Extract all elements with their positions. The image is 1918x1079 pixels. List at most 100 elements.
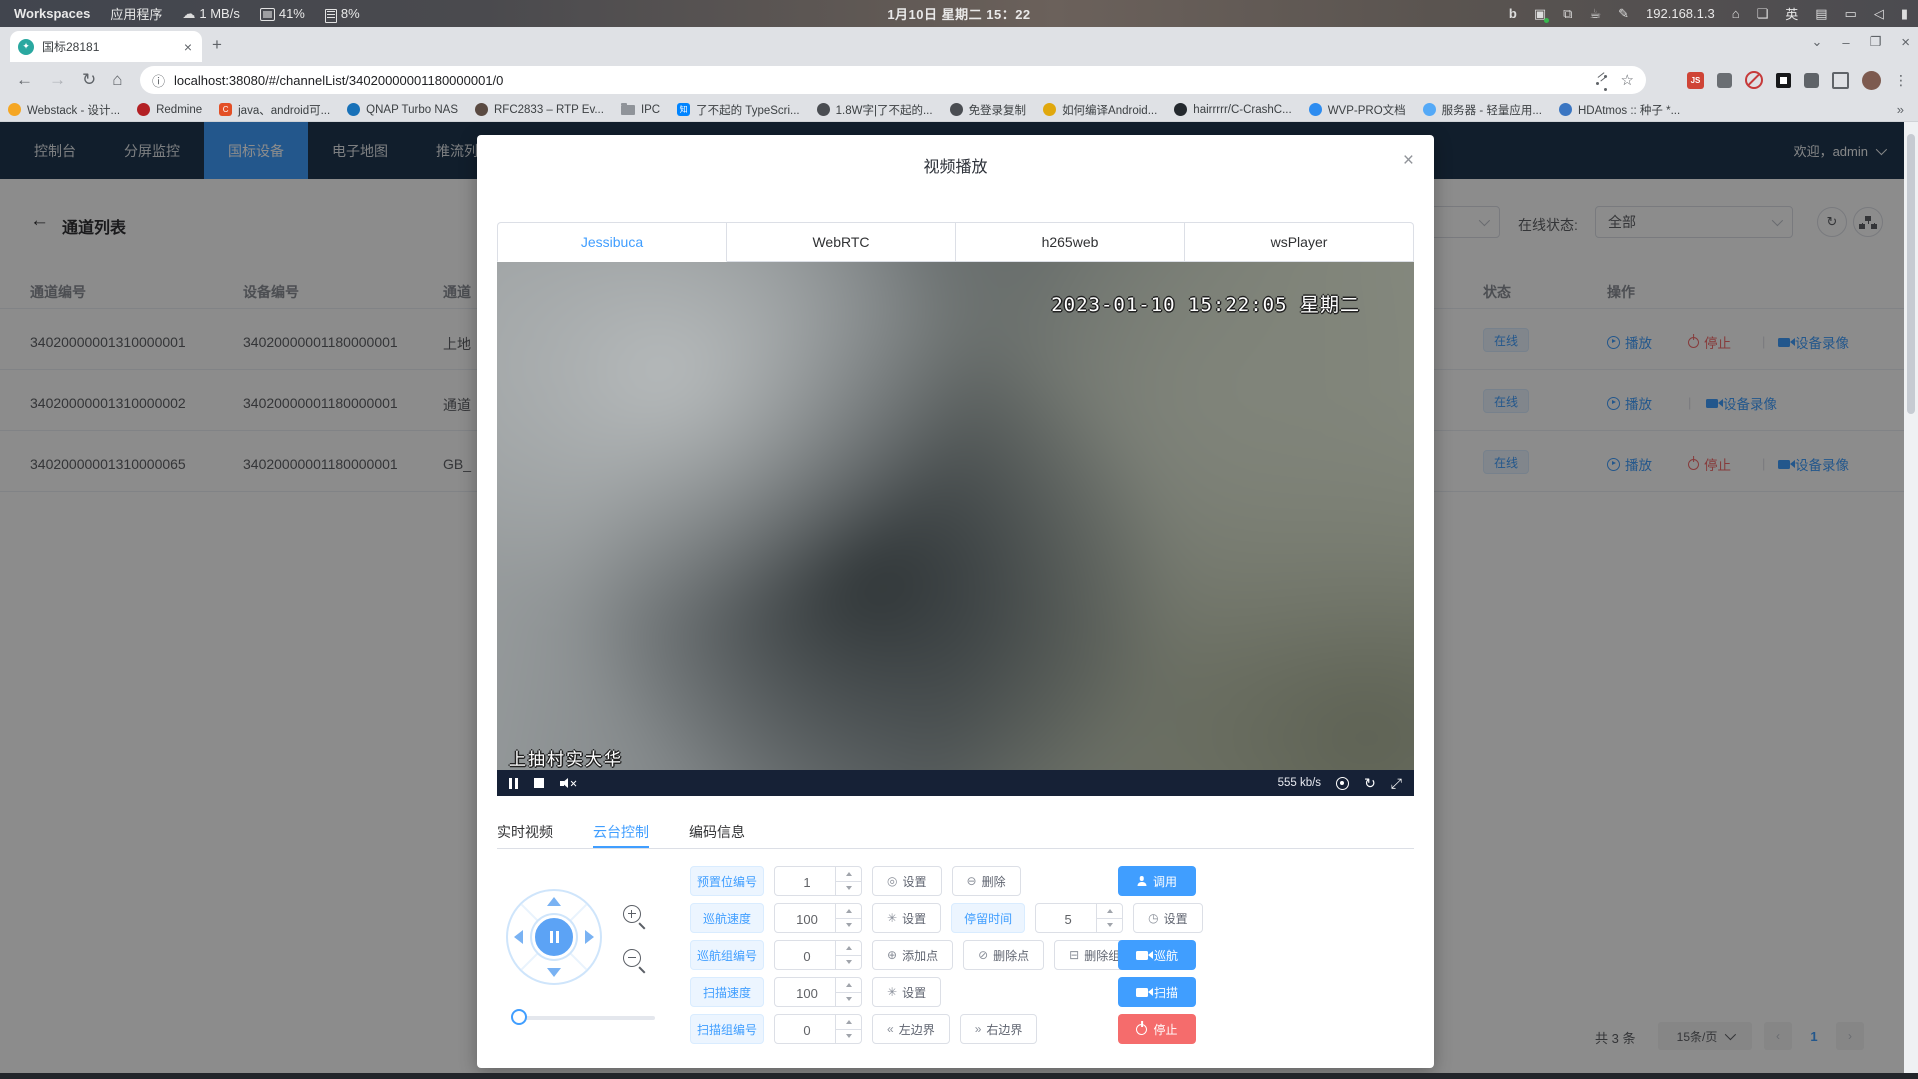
- scan-right-bound-button[interactable]: »右边界: [960, 1014, 1038, 1044]
- scan-group-input[interactable]: [775, 1015, 839, 1045]
- step-down-icon[interactable]: [836, 1030, 861, 1044]
- fullscreen-icon[interactable]: ⤢: [1391, 775, 1402, 792]
- preset-delete-button[interactable]: ⊖删除: [952, 866, 1021, 896]
- applications-menu[interactable]: 应用程序: [110, 4, 162, 23]
- cruise-speed-input[interactable]: [775, 904, 839, 934]
- bookmark-star-icon[interactable]: ☆: [1621, 71, 1634, 89]
- tab-jessibuca[interactable]: Jessibuca: [497, 222, 727, 262]
- step-up-icon[interactable]: [836, 941, 861, 956]
- ptz-right-icon[interactable]: [585, 930, 594, 944]
- reload-icon[interactable]: ↻: [82, 70, 96, 90]
- adblock-extension-icon[interactable]: [1745, 71, 1763, 89]
- tab-close-icon[interactable]: ×: [182, 39, 194, 55]
- scan-start-button[interactable]: 扫描: [1118, 977, 1196, 1007]
- scan-speed-stepper[interactable]: [774, 977, 862, 1007]
- clock[interactable]: 1月10日 星期二 15：22: [887, 4, 1030, 23]
- bookmark-copy-free[interactable]: 免登录复制: [950, 102, 1027, 118]
- phone-link-tray-icon[interactable]: ▤: [1815, 6, 1827, 22]
- browser-menu-icon[interactable]: ⋮: [1894, 72, 1908, 89]
- battery-tray-icon[interactable]: ▮: [1901, 6, 1908, 22]
- extension-icon[interactable]: [1717, 73, 1732, 88]
- stop-icon[interactable]: [534, 778, 544, 788]
- extensions-puzzle-icon[interactable]: [1804, 73, 1819, 88]
- clipboard-tray-icon[interactable]: ⧉: [1563, 6, 1572, 22]
- stay-time-stepper[interactable]: [1035, 903, 1123, 933]
- input-method-indicator[interactable]: 英: [1785, 4, 1798, 23]
- tab-webrtc[interactable]: WebRTC: [727, 222, 956, 262]
- workspaces-button[interactable]: Workspaces: [14, 6, 90, 21]
- scan-left-bound-button[interactable]: «左边界: [872, 1014, 950, 1044]
- bookmark-folder-ipc[interactable]: IPC: [621, 104, 660, 116]
- cruise-add-point-button[interactable]: ⊕添加点: [872, 940, 953, 970]
- scan-group-stepper[interactable]: [774, 1014, 862, 1044]
- ptz-up-icon[interactable]: [547, 897, 561, 906]
- notes-tray-icon[interactable]: ▣: [1534, 6, 1546, 22]
- step-down-icon[interactable]: [1097, 919, 1122, 933]
- step-up-icon[interactable]: [836, 1015, 861, 1030]
- tab-search-icon[interactable]: ⌄: [1811, 34, 1822, 50]
- tab-codec-info[interactable]: 编码信息: [689, 815, 745, 848]
- bookmark-article1[interactable]: 1.8W字|了不起的...: [817, 102, 933, 118]
- step-up-icon[interactable]: [836, 904, 861, 919]
- zoom-out-button[interactable]: [623, 949, 641, 967]
- caffeine-tray-icon[interactable]: ☕: [1589, 6, 1601, 22]
- bookmark-rfc2833[interactable]: RFC2833 – RTP Ev...: [475, 103, 604, 116]
- volume-tray-icon[interactable]: ◁: [1874, 6, 1884, 22]
- ptz-center-button[interactable]: [532, 915, 576, 959]
- scan-speed-set-button[interactable]: ✳设置: [872, 977, 941, 1007]
- stay-time-input[interactable]: [1036, 904, 1100, 934]
- scan-speed-input[interactable]: [775, 978, 839, 1008]
- stay-time-set-button[interactable]: ◷设置: [1133, 903, 1203, 933]
- window-layout-tray-icon[interactable]: ❏: [1757, 6, 1769, 22]
- cruise-speed-set-button[interactable]: ✳设置: [872, 903, 941, 933]
- bookmarks-overflow-icon[interactable]: »: [1897, 102, 1904, 117]
- step-down-icon[interactable]: [836, 882, 861, 896]
- tab-live-video[interactable]: 实时视频: [497, 815, 553, 848]
- cruise-speed-stepper[interactable]: [774, 903, 862, 933]
- pause-icon[interactable]: [509, 778, 518, 789]
- bookmark-redmine[interactable]: Redmine: [137, 103, 202, 116]
- ptz-down-icon[interactable]: [547, 968, 561, 977]
- tab-ptz-control[interactable]: 云台控制: [593, 815, 649, 848]
- window-restore-button[interactable]: ❐: [1870, 34, 1882, 50]
- ptz-stop-button[interactable]: 停止: [1118, 1014, 1196, 1044]
- color-picker-tray-icon[interactable]: ✎: [1618, 6, 1629, 22]
- tab-wsplayer[interactable]: wsPlayer: [1185, 222, 1414, 262]
- cruise-group-input[interactable]: [775, 941, 839, 971]
- step-up-icon[interactable]: [836, 978, 861, 993]
- mute-icon[interactable]: [560, 777, 576, 789]
- screenshot-extension-icon[interactable]: [1776, 73, 1791, 88]
- extension-js-icon[interactable]: JS: [1687, 72, 1704, 89]
- bing-tray-icon[interactable]: b: [1509, 6, 1517, 21]
- browser-tab-active[interactable]: ✦ 国标28181 ×: [10, 31, 202, 62]
- cruise-group-stepper[interactable]: [774, 940, 862, 970]
- video-player[interactable]: 2023-01-10 15:22:05 星期二 上抽村实大华 555 kb/s …: [497, 262, 1414, 796]
- slider-handle[interactable]: [511, 1009, 527, 1025]
- bookmark-webstack[interactable]: Webstack - 设计...: [8, 102, 120, 118]
- preset-set-button[interactable]: ◎设置: [872, 866, 942, 896]
- preset-number-stepper[interactable]: [774, 866, 862, 896]
- step-down-icon[interactable]: [836, 956, 861, 970]
- step-up-icon[interactable]: [1097, 904, 1122, 919]
- home-icon[interactable]: ⌂: [112, 70, 122, 90]
- bookmark-android-build[interactable]: 如何编译Android...: [1043, 102, 1157, 118]
- ptz-left-icon[interactable]: [514, 930, 523, 944]
- window-close-button[interactable]: ×: [1901, 34, 1910, 51]
- bookmark-github-crashc[interactable]: hairrrrr/C-CrashC...: [1174, 103, 1291, 116]
- address-bar[interactable]: ⓘ localhost:38080/#/channelList/34020000…: [140, 66, 1646, 94]
- ptz-direction-pad[interactable]: [506, 889, 602, 985]
- step-down-icon[interactable]: [836, 993, 861, 1007]
- snapshot-icon[interactable]: [1336, 777, 1349, 790]
- close-icon[interactable]: ×: [1403, 151, 1414, 170]
- cruise-start-button[interactable]: 巡航: [1118, 940, 1196, 970]
- page-scrollbar[interactable]: [1904, 122, 1918, 1079]
- step-down-icon[interactable]: [836, 919, 861, 933]
- preset-number-input[interactable]: [775, 867, 839, 897]
- reload-stream-icon[interactable]: ↻: [1364, 775, 1376, 792]
- preset-call-button[interactable]: 调用: [1118, 866, 1196, 896]
- tab-h265web[interactable]: h265web: [956, 222, 1185, 262]
- url-text[interactable]: localhost:38080/#/channelList/3402000000…: [174, 73, 1595, 88]
- profile-avatar[interactable]: [1862, 71, 1881, 90]
- bookmark-hdatmos[interactable]: HDAtmos :: 种子 *...: [1559, 102, 1680, 118]
- display-tray-icon[interactable]: ▭: [1845, 6, 1857, 22]
